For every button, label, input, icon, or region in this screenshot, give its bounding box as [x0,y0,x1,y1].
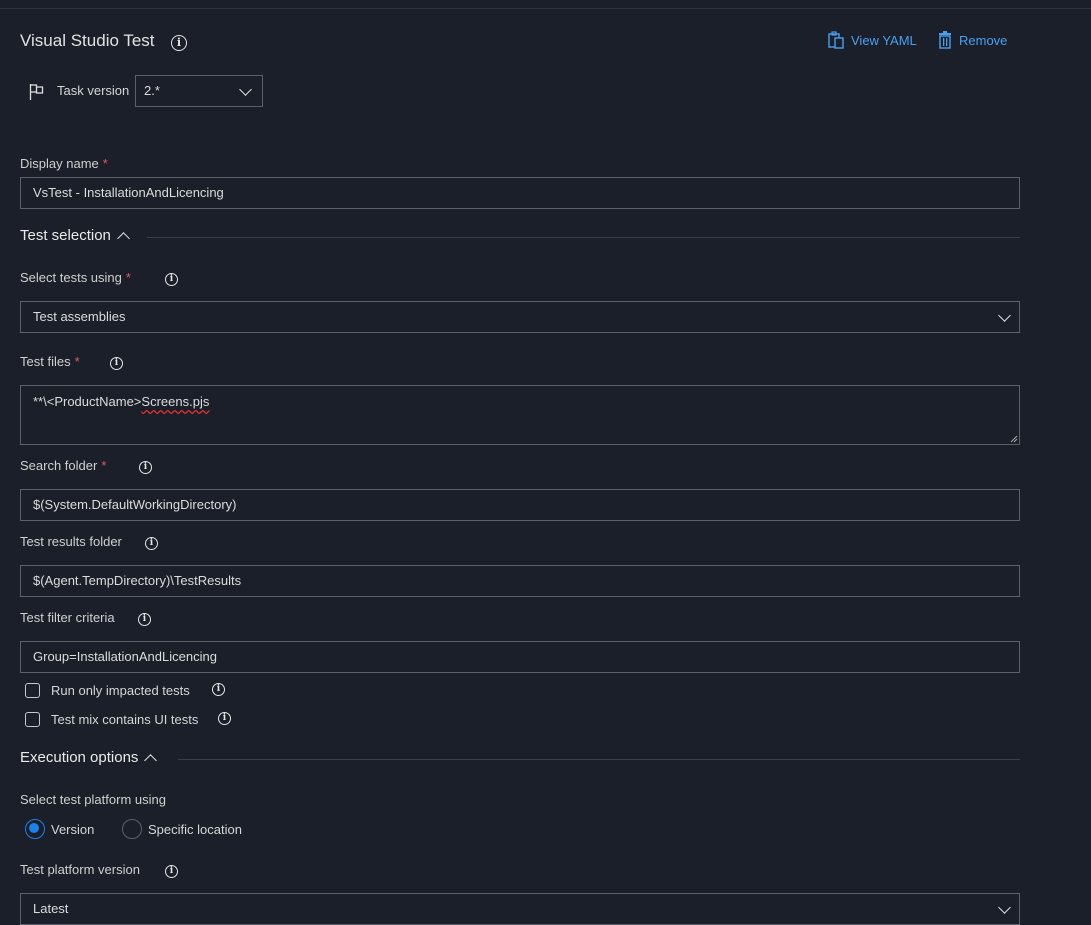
info-icon[interactable]: i [171,35,187,51]
run-only-impacted-label: Run only impacted tests [51,683,190,698]
radio-version-label: Version [51,822,95,837]
display-name-input[interactable]: VsTest - InstallationAndLicencing [20,177,1020,209]
label-text: Test files [20,354,71,369]
task-version-label: Task version [57,83,130,98]
dropdown-value: Latest [33,901,69,916]
info-icon[interactable]: i [165,273,178,286]
test-files-value: **\<ProductName> [33,394,142,409]
execution-options-title: Execution options [20,749,139,766]
display-name-text: Display name [20,156,99,171]
info-icon[interactable]: i [165,865,178,878]
task-version-dropdown[interactable]: 2.* [135,75,263,107]
chevron-down-icon [998,901,1011,914]
radio-version[interactable] [25,819,45,839]
select-tests-using-dropdown[interactable]: Test assemblies [20,301,1020,333]
ui-tests-label: Test mix contains UI tests [51,712,199,727]
chevron-down-icon [239,83,252,96]
chevron-up-icon [117,231,130,245]
section-divider [178,759,1020,760]
test-selection-header[interactable]: Test selection [20,227,130,245]
clipboard-icon [828,31,844,49]
radio-dot [29,823,40,834]
display-name-value: VsTest - InstallationAndLicencing [33,185,224,200]
search-folder-label: Search folder * [20,458,106,473]
info-icon[interactable]: i [218,712,231,725]
radio-specific-location-label: Specific location [148,822,242,837]
chevron-down-icon [998,309,1011,322]
info-icon[interactable]: i [110,357,123,370]
run-only-impacted-checkbox[interactable] [25,683,40,698]
input-value: Group=InstallationAndLicencing [33,649,217,664]
test-results-folder-input[interactable]: $(Agent.TempDirectory)\TestResults [20,565,1020,597]
resize-handle-icon[interactable] [1010,435,1018,443]
required-marker: * [125,270,131,285]
view-yaml-button[interactable]: View YAML [828,31,917,49]
required-marker: * [74,354,80,369]
task-version-value: 2.* [144,83,160,98]
test-filter-criteria-input[interactable]: Group=InstallationAndLicencing [20,641,1020,673]
required-marker: * [101,458,107,473]
section-divider [147,237,1020,238]
test-selection-title: Test selection [20,227,111,244]
radio-specific-location[interactable] [122,819,142,839]
misspelled-text: Screens.pjs [141,394,210,409]
input-value: $(Agent.TempDirectory)\TestResults [33,573,242,588]
info-icon[interactable]: i [145,537,158,550]
page-title: Visual Studio Test [20,31,155,50]
ui-tests-checkbox[interactable] [25,712,40,727]
remove-label: Remove [959,32,1008,48]
top-divider [0,8,1091,9]
platform-version-dropdown[interactable]: Latest [20,893,1020,925]
display-name-label: Display name * [20,156,108,171]
test-filter-criteria-label: Test filter criteria [20,610,115,625]
required-marker: * [102,156,108,171]
info-icon[interactable]: i [212,683,225,696]
test-files-label: Test files * [20,354,80,369]
platform-label: Select test platform using [20,792,166,807]
view-yaml-label: View YAML [851,32,917,48]
search-folder-input[interactable]: $(System.DefaultWorkingDirectory) [20,489,1020,521]
platform-version-label: Test platform version [20,862,140,877]
label-text: Search folder [20,458,98,473]
flag-icon [29,84,44,100]
test-files-textarea[interactable]: **\<ProductName>Screens.pjs [20,385,1020,445]
execution-options-header[interactable]: Execution options [20,749,158,767]
chevron-up-icon [144,753,158,767]
info-icon[interactable]: i [139,461,152,474]
trash-icon [939,31,951,49]
input-value: $(System.DefaultWorkingDirectory) [33,497,237,512]
select-tests-using-label: Select tests using * [20,270,131,285]
test-results-folder-label: Test results folder [20,534,122,549]
label-text: Select tests using [20,270,122,285]
remove-button[interactable]: Remove [938,31,1007,49]
info-icon[interactable]: i [138,613,151,626]
dropdown-value: Test assemblies [33,309,126,324]
